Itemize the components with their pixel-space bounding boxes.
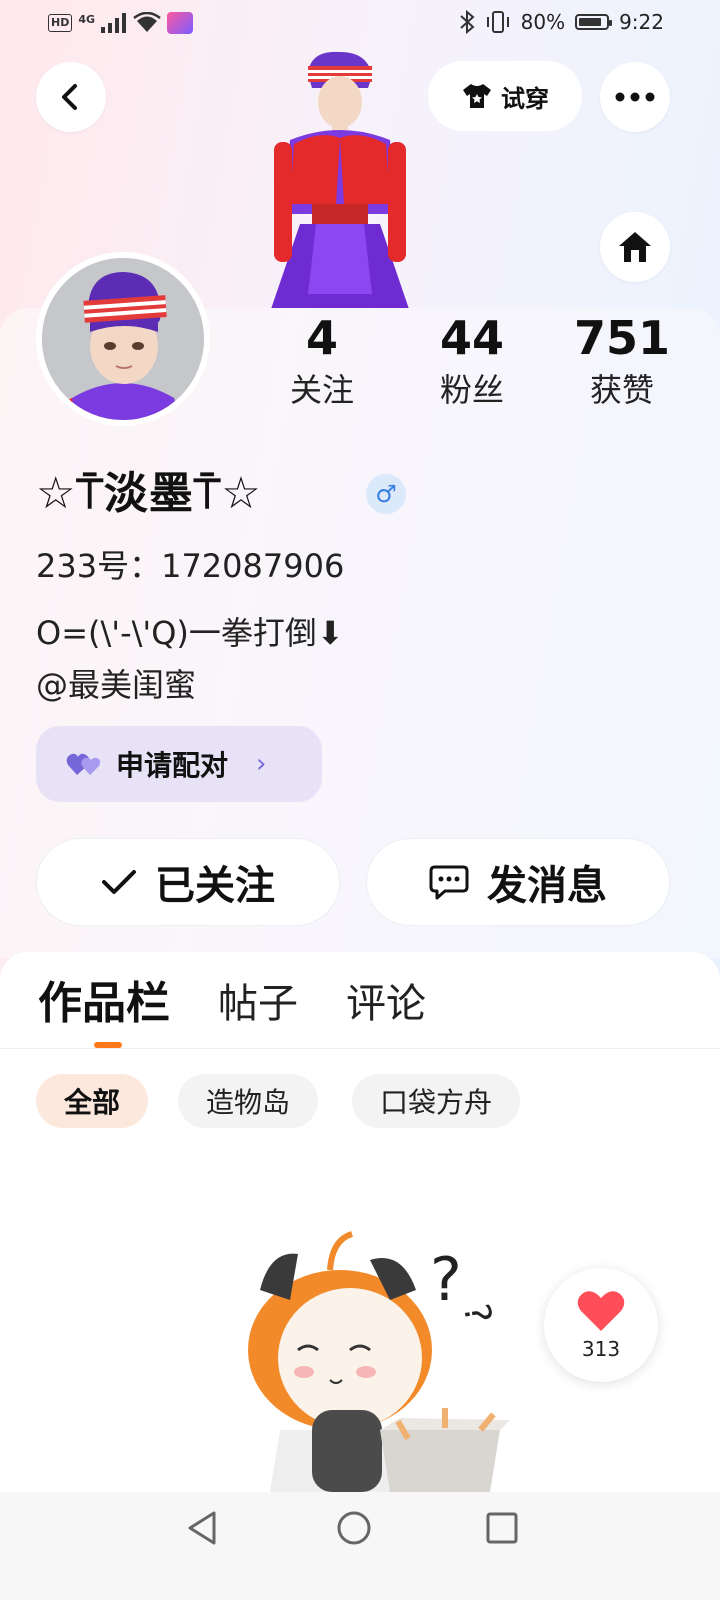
filter-all[interactable]: 全部 (36, 1074, 149, 1128)
more-dots-icon (615, 92, 655, 102)
avatar-image (42, 258, 204, 420)
chevron-right-icon: › (256, 749, 267, 779)
stat-label: 粉丝 (439, 371, 504, 409)
like-count: 313 (581, 1337, 621, 1361)
content-tabs: 作品栏 帖子 评论 (38, 976, 426, 1032)
heart-icon (577, 1291, 625, 1331)
home-button[interactable] (600, 212, 670, 282)
stat-likes[interactable]: 751 获赞 (562, 310, 682, 412)
avatar[interactable] (36, 252, 210, 426)
stat-value: 4 (305, 311, 338, 365)
signal-label: 4G (78, 12, 96, 26)
hearts-icon (66, 753, 101, 775)
battery-percent: 80% (520, 10, 566, 34)
stat-followers[interactable]: 44 粉丝 (412, 310, 532, 412)
tab-posts[interactable]: 帖子 (218, 976, 298, 1032)
bio-line-2[interactable]: @最美闺蜜 (36, 660, 196, 710)
nav-home-icon[interactable] (336, 1510, 372, 1546)
stat-label: 获赞 (589, 371, 654, 409)
empty-state-illustration: ? ? (220, 1230, 520, 1492)
bluetooth-icon (459, 10, 475, 34)
try-on-button[interactable]: 试穿 (428, 61, 582, 131)
gender-male-icon: ♂ (366, 474, 406, 514)
status-right: 80% 9:22 (459, 10, 664, 34)
like-floating-button[interactable]: 313 (544, 1268, 658, 1382)
avatar-3d-figure[interactable] (260, 44, 420, 312)
stat-value: 44 (439, 311, 504, 365)
send-message-button[interactable]: 发消息 (366, 838, 670, 926)
pair-request-button[interactable]: 申请配对 › (36, 726, 322, 802)
battery-icon (575, 14, 613, 30)
divider (0, 1048, 720, 1049)
back-button[interactable] (36, 62, 106, 132)
send-message-label: 发消息 (487, 863, 607, 909)
stat-value: 751 (573, 311, 671, 365)
status-left: HD 4G (48, 12, 194, 34)
bio-line-1: O=(\'-\'Q)一拳打倒⬇ (36, 614, 344, 652)
wifi-icon (133, 12, 161, 32)
user-id: 233号：172087906 (36, 547, 345, 585)
tab-comments[interactable]: 评论 (346, 976, 426, 1032)
home-icon (619, 232, 651, 262)
clock: 9:22 (619, 10, 664, 34)
chevron-left-icon (62, 84, 77, 110)
nickname: ☆⍑淡墨⍑☆ (36, 468, 262, 519)
tab-works[interactable]: 作品栏 (38, 976, 170, 1032)
tshirt-icon (463, 84, 491, 108)
following-label: 已关注 (155, 863, 275, 909)
try-on-label: 试穿 (501, 84, 549, 113)
filter-creation-island[interactable]: 造物岛 (178, 1074, 319, 1128)
pair-request-label: 申请配对 (116, 749, 229, 782)
hd-badge: HD (48, 14, 73, 32)
app-notification-icon (167, 12, 194, 34)
nav-recents-icon[interactable] (486, 1512, 518, 1544)
system-navigation-bar (0, 1492, 720, 1600)
more-button[interactable] (600, 62, 670, 132)
nav-back-icon[interactable] (186, 1510, 218, 1546)
vibrate-icon (486, 11, 509, 33)
svg-text:?: ? (430, 1245, 462, 1315)
stat-label: 关注 (289, 371, 354, 409)
stat-following[interactable]: 4 关注 (262, 310, 382, 412)
signal-icon (101, 13, 127, 33)
chat-bubble-icon (429, 865, 469, 900)
check-icon (102, 870, 136, 894)
status-bar: HD 4G 80% 9:22 (0, 0, 720, 50)
filter-pocket-ark[interactable]: 口袋方舟 (352, 1074, 521, 1128)
following-button[interactable]: 已关注 (36, 838, 340, 926)
